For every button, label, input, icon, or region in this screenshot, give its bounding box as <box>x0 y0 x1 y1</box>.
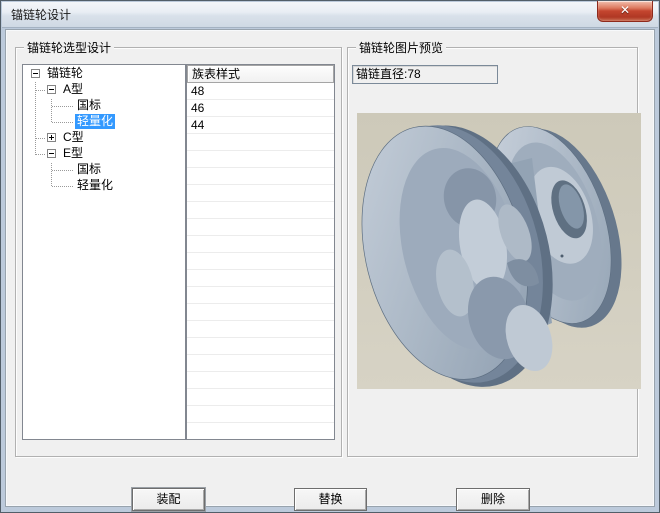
tree-item-a-guobiao[interactable]: 国标 <box>23 97 185 113</box>
tree-item-label: 锚链轮 <box>45 66 85 81</box>
close-icon: ✕ <box>620 3 630 17</box>
tree-item-label: 国标 <box>75 98 103 113</box>
assemble-button[interactable]: 装配 <box>132 488 205 511</box>
list-item[interactable]: 46 <box>187 100 334 117</box>
tree-item-label: A型 <box>61 82 85 97</box>
tree-item-label: E型 <box>61 146 85 161</box>
tree-item-c-type[interactable]: C型 <box>23 129 185 145</box>
expand-icon[interactable] <box>47 133 56 142</box>
collapse-icon[interactable] <box>31 69 40 78</box>
dialog-window: 锚链轮设计 ✕ 锚链轮选型设计 锚链轮 <box>0 0 660 513</box>
group-picture-preview: 锚链轮图片预览 锚链直径:78 <box>347 47 638 457</box>
tree-item-e-guobiao[interactable]: 国标 <box>23 161 185 177</box>
list-item[interactable]: 48 <box>187 83 334 100</box>
tree-item-label: C型 <box>61 130 86 145</box>
family-table-list[interactable]: 族表样式 48 46 44 <box>186 64 335 440</box>
chainwheel-preview-image <box>357 113 641 389</box>
collapse-icon[interactable] <box>47 149 56 158</box>
delete-button[interactable]: 删除 <box>456 488 530 511</box>
list-item[interactable]: 44 <box>187 117 334 134</box>
tree-item-label: 轻量化 <box>75 178 115 193</box>
tree-item-e-type[interactable]: E型 <box>23 145 185 161</box>
tree-item-label: 国标 <box>75 162 103 177</box>
group-selection-title: 锚链轮选型设计 <box>24 39 114 56</box>
group-selection-design: 锚链轮选型设计 锚链轮 A型 <box>15 47 342 457</box>
collapse-icon[interactable] <box>47 85 56 94</box>
chainwheel-3d-model <box>357 113 641 389</box>
tree-item-a-lightweight-selected[interactable]: 轻量化 <box>23 113 185 129</box>
title-bar[interactable]: 锚链轮设计 <box>2 2 658 28</box>
group-preview-title: 锚链轮图片预览 <box>356 39 446 56</box>
window-title: 锚链轮设计 <box>11 6 71 23</box>
chain-diameter-field[interactable]: 锚链直径:78 <box>352 65 498 84</box>
family-table-body: 48 46 44 <box>187 83 334 439</box>
replace-button[interactable]: 替换 <box>294 488 367 511</box>
tree-item-label: 轻量化 <box>75 114 115 129</box>
tree-item-root[interactable]: 锚链轮 <box>23 65 185 81</box>
close-button[interactable]: ✕ <box>597 1 653 22</box>
tree-item-e-lightweight[interactable]: 轻量化 <box>23 177 185 193</box>
dialog-client-area: 锚链轮选型设计 锚链轮 A型 <box>5 29 655 507</box>
chainwheel-tree[interactable]: 锚链轮 A型 国标 轻量化 C型 E型 <box>22 64 186 440</box>
family-table-header[interactable]: 族表样式 <box>187 65 334 83</box>
tree-item-a-type[interactable]: A型 <box>23 81 185 97</box>
